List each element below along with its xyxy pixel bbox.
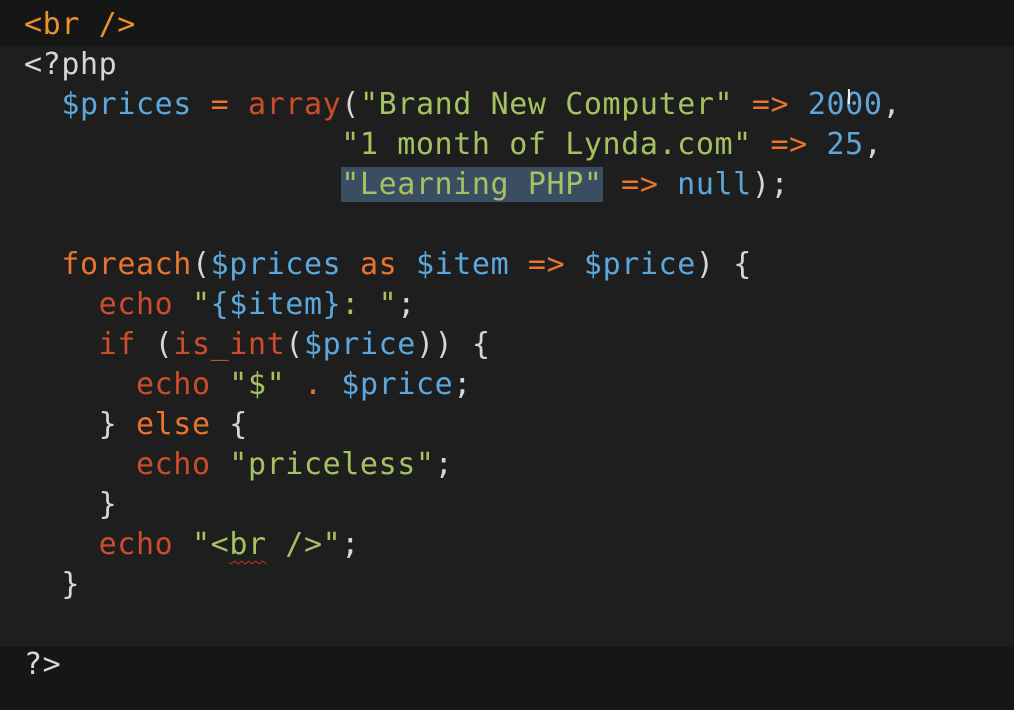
html-region-bottom xyxy=(0,647,1014,710)
code-token: ); xyxy=(751,167,790,202)
code-token: "< xyxy=(173,527,230,562)
code-token: echo xyxy=(98,287,174,322)
code-token: ; xyxy=(341,527,360,562)
code-token: ( xyxy=(341,87,360,122)
code-token: echo xyxy=(98,527,174,562)
code-token: => xyxy=(509,247,584,282)
code-token: => xyxy=(602,167,678,202)
code-line[interactable]: <?php xyxy=(24,45,117,85)
code-token: "Learning PHP" xyxy=(341,167,603,202)
code-line[interactable]: "1 month of Lynda.com" => 25, xyxy=(24,125,882,165)
code-token: , xyxy=(863,127,883,162)
code-line[interactable]: "Learning PHP" => null); xyxy=(24,165,789,205)
code-token: echo xyxy=(135,447,211,482)
code-line[interactable]: echo "priceless"; xyxy=(24,445,453,485)
code-token: />" xyxy=(266,527,342,562)
code-token: . xyxy=(285,367,342,402)
code-line[interactable]: echo "{$item}: "; xyxy=(24,285,416,325)
code-line[interactable]: echo "<br />"; xyxy=(24,525,360,565)
code-token: ( xyxy=(135,327,174,362)
code-token: { xyxy=(210,407,248,442)
code-token: as xyxy=(341,247,416,282)
code-token: ( xyxy=(191,247,211,282)
code-token: ; xyxy=(397,287,416,322)
code-editor[interactable]: <br /> <?php $prices = array("Brand New C… xyxy=(0,0,1014,710)
code-token: $price xyxy=(303,327,416,362)
code-token: $item xyxy=(415,247,510,282)
code-token: foreach xyxy=(61,247,192,282)
code-token: $prices xyxy=(210,247,342,282)
code-token: ; xyxy=(434,447,454,482)
code-token: } xyxy=(24,407,136,442)
code-token: $price xyxy=(341,367,454,402)
code-line[interactable]: $prices = array("Brand New Computer" => … xyxy=(24,85,901,125)
code-token: )) { xyxy=(415,327,491,362)
code-token: array xyxy=(247,87,342,122)
code-token: => xyxy=(733,87,808,122)
code-token: is_int xyxy=(173,327,286,362)
code-token: ?> xyxy=(24,647,62,682)
code-token: 25 xyxy=(826,127,864,162)
code-token: , xyxy=(882,87,902,122)
code-token: ) { xyxy=(695,247,752,282)
code-token: br xyxy=(229,527,267,562)
i-beam-cursor-icon: I xyxy=(846,85,852,109)
code-token: $price xyxy=(583,247,696,282)
code-token: "$" xyxy=(210,367,286,402)
code-token: } xyxy=(24,567,80,602)
code-token: else xyxy=(135,407,211,442)
code-token: $prices xyxy=(61,87,192,122)
code-token: ( xyxy=(285,327,304,362)
code-token: ; xyxy=(453,367,472,402)
code-token: "priceless" xyxy=(210,447,435,482)
code-line[interactable]: echo "$" . $price; xyxy=(24,365,472,405)
code-token: <?php xyxy=(24,47,118,82)
code-line[interactable]: } xyxy=(24,565,80,605)
code-line[interactable]: } xyxy=(24,485,117,525)
code-line[interactable]: ?> xyxy=(24,645,61,685)
code-token: } xyxy=(24,487,118,522)
code-token: "Brand New Computer" xyxy=(359,87,734,122)
code-token: => xyxy=(751,127,827,162)
code-line[interactable]: <br /> xyxy=(24,5,136,45)
code-token: = xyxy=(191,87,248,122)
code-token: echo xyxy=(135,367,211,402)
code-token: if xyxy=(98,327,136,362)
html-region-top xyxy=(0,0,1014,46)
code-token: "1 month of Lynda.com" xyxy=(341,127,752,162)
code-line[interactable]: if (is_int($price)) { xyxy=(24,325,491,365)
code-token: null xyxy=(677,167,752,202)
code-token: <br /> xyxy=(24,7,136,42)
code-line[interactable]: foreach($prices as $item => $price) { xyxy=(24,245,752,285)
code-token: " xyxy=(173,287,211,322)
code-token: : " xyxy=(341,287,398,322)
code-line[interactable]: } else { xyxy=(24,405,248,445)
code-token: {$item} xyxy=(210,287,342,322)
